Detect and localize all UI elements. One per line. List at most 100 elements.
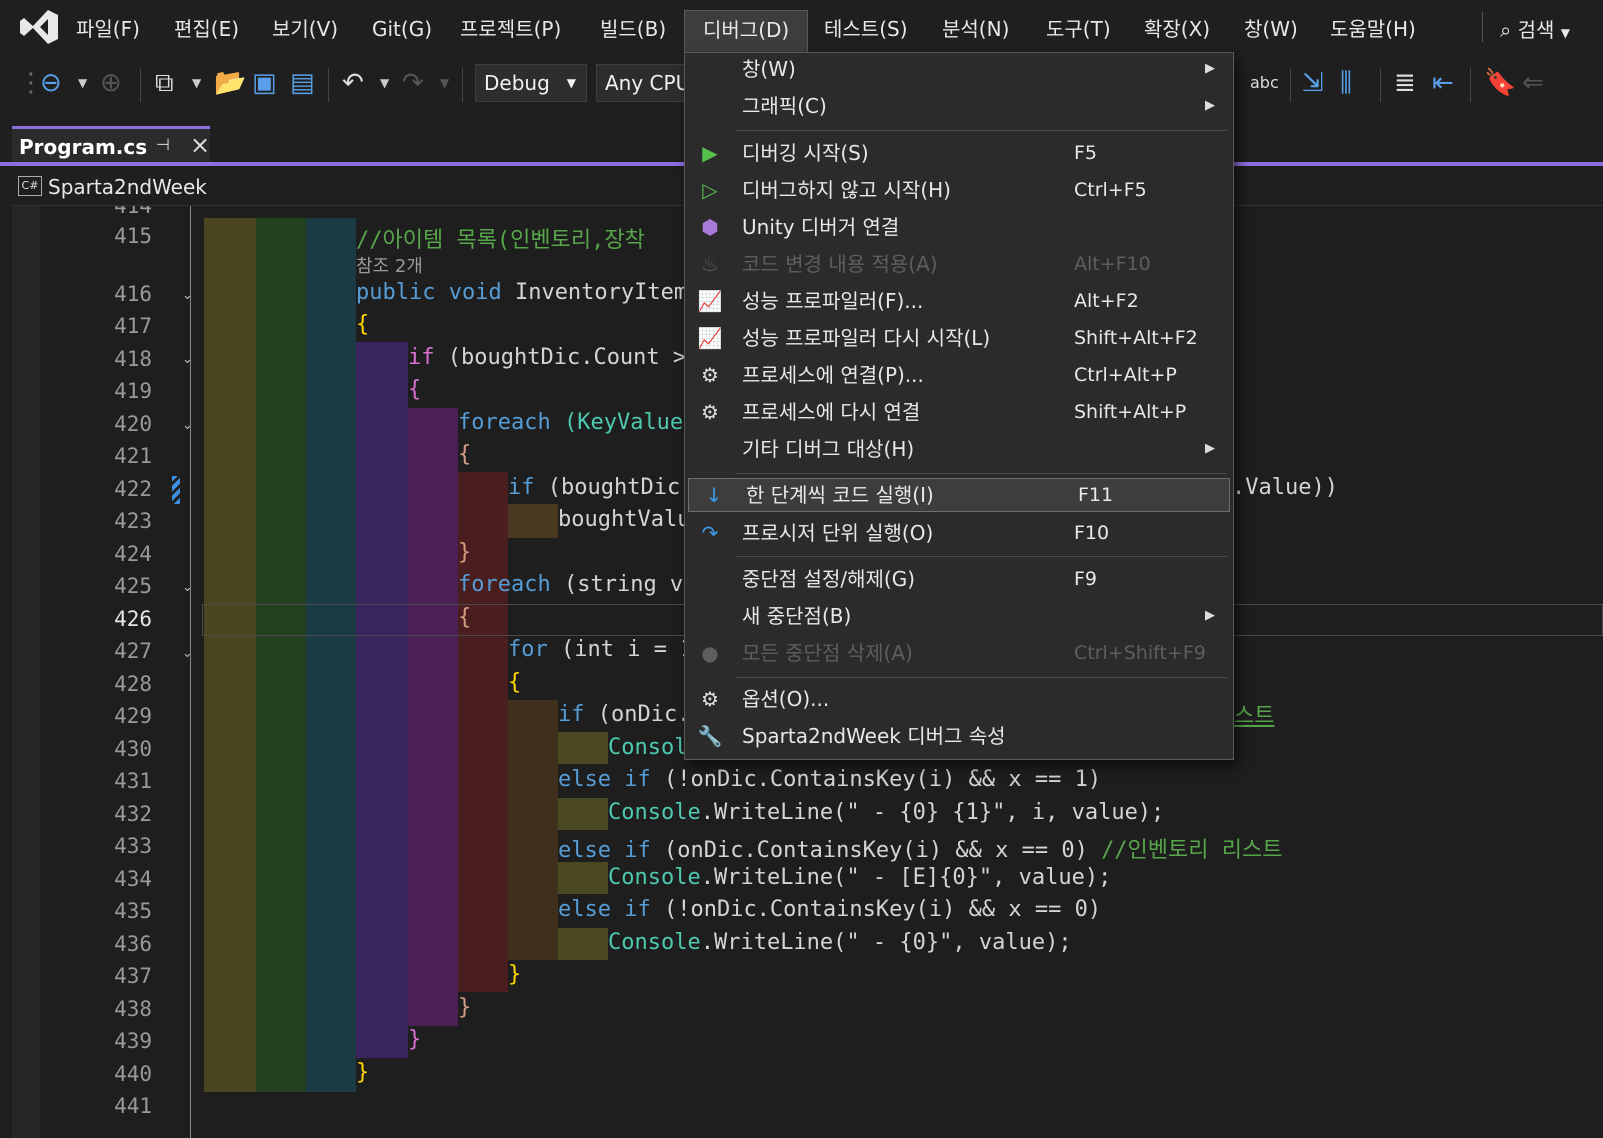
chevron-down-icon[interactable]: ⌄	[182, 352, 193, 367]
step-cursor-icon[interactable]: ⇲	[1302, 68, 1324, 98]
menu-item-debug-properties[interactable]: 🔧 Sparta2ndWeek 디버그 속성	[685, 720, 1233, 754]
menu-project[interactable]: 프로젝트(P)	[454, 14, 567, 44]
line-number: 419	[114, 379, 152, 403]
menu-item-attach-unity[interactable]: ⬢ Unity 디버거 연결	[685, 211, 1233, 245]
submenu-arrow-icon: ▶	[1205, 98, 1215, 113]
code-type: (KeyValueP	[563, 410, 697, 435]
back-dropdown-icon[interactable]: ▼	[78, 68, 87, 98]
navigate-back-icon[interactable]: ⊖	[40, 68, 62, 98]
menu-window[interactable]: 창(W)	[1238, 14, 1304, 44]
redo-dropdown-icon[interactable]: ▼	[440, 68, 449, 98]
menu-item-graphics[interactable]: 그래픽(C) ▶	[685, 90, 1233, 124]
menu-file[interactable]: 파일(F)	[70, 14, 146, 44]
code-line-422-tail: .Value))	[1232, 475, 1338, 500]
menu-item-performance-profiler[interactable]: 📈 성능 프로파일러(F)... Alt+F2	[685, 285, 1233, 319]
new-dropdown-icon[interactable]: ▼	[192, 68, 201, 98]
platform-select[interactable]: Any CPU	[596, 64, 696, 102]
code-line-436: Console.WriteLine(" - {0}", value);	[608, 930, 1072, 955]
code-line-420: foreach (KeyValueP	[458, 410, 696, 435]
profiler-chart-icon: 📈	[697, 326, 723, 350]
indent-guide-band	[306, 218, 356, 1092]
menu-item-other-debug-targets[interactable]: 기타 디버그 대상(H) ▶	[685, 433, 1233, 467]
submenu-arrow-icon: ▶	[1205, 441, 1215, 456]
line-number: 440	[114, 1062, 152, 1086]
menu-item-label: 디버그하지 않고 시작(H)	[742, 178, 951, 202]
line-number: 420	[114, 412, 152, 436]
menu-item-step-over[interactable]: ↷ 프로시저 단위 실행(O) F10	[685, 517, 1233, 551]
prev-bookmark-icon[interactable]: ⇐	[1522, 68, 1544, 98]
code-brace: {	[356, 312, 370, 337]
undo-icon[interactable]: ↶	[342, 68, 364, 98]
columns-icon[interactable]: ⫼	[1340, 68, 1352, 98]
chevron-down-icon[interactable]: ⌄	[182, 418, 193, 433]
codelens-references[interactable]: 참조 2개	[356, 252, 423, 278]
chevron-down-icon[interactable]: ⌄	[182, 646, 193, 661]
undo-dropdown-icon[interactable]: ▼	[380, 68, 389, 98]
menu-analyze[interactable]: 분석(N)	[936, 14, 1015, 44]
line-number: 435	[114, 899, 152, 923]
menu-item-window[interactable]: 창(W) ▶	[685, 53, 1233, 87]
bookmark-icon[interactable]: 🔖	[1484, 68, 1516, 98]
menu-edit[interactable]: 편집(E)	[168, 14, 245, 44]
delete-breakpoints-icon: ●	[701, 641, 719, 665]
menu-item-new-breakpoint[interactable]: 새 중단점(B) ▶	[685, 600, 1233, 634]
line-number: 433	[114, 834, 152, 858]
menu-extensions[interactable]: 확장(X)	[1138, 14, 1216, 44]
solution-config-select[interactable]: Debug ▼	[475, 64, 587, 102]
line-number: 425	[114, 574, 152, 598]
menu-view[interactable]: 보기(V)	[266, 14, 344, 44]
chevron-down-icon[interactable]: ⌄	[182, 580, 193, 595]
save-all-icon[interactable]: ▤	[290, 68, 315, 98]
search-box[interactable]: ⌕ 검색 ▼	[1500, 14, 1570, 43]
menu-bar: 파일(F) 편집(E) 보기(V) Git(G) 프로젝트(P) 빌드(B) 디…	[0, 0, 1603, 56]
code-line-427: for (int i = 1	[508, 637, 693, 662]
menu-help[interactable]: 도움말(H)	[1324, 14, 1422, 44]
line-number: 438	[114, 997, 152, 1021]
menu-debug[interactable]: 디버그(D)	[684, 10, 809, 56]
pin-icon[interactable]: ⊣	[156, 135, 170, 154]
menu-item-label: Sparta2ndWeek 디버그 속성	[742, 724, 1006, 748]
open-folder-icon[interactable]: 📂	[214, 68, 246, 98]
code-keyword: if	[408, 345, 448, 370]
line-number: 436	[114, 932, 152, 956]
menu-item-reattach-to-process[interactable]: ⚙ 프로세스에 다시 연결 Shift+Alt+P	[685, 396, 1233, 430]
close-icon[interactable]: ×	[190, 131, 210, 159]
line-number: 427	[114, 639, 152, 663]
menu-item-toggle-breakpoint[interactable]: 중단점 설정/해제(G) F9	[685, 563, 1233, 597]
menu-item-relaunch-profiler[interactable]: 📈 성능 프로파일러 다시 시작(L) Shift+Alt+F2	[685, 322, 1233, 356]
menu-test[interactable]: 테스트(S)	[818, 14, 914, 44]
code-type: Consol	[608, 735, 688, 760]
menu-git[interactable]: Git(G)	[366, 14, 438, 44]
code-expression: (string va	[563, 572, 697, 597]
menu-tools[interactable]: 도구(T)	[1040, 14, 1117, 44]
tab-program-cs[interactable]: Program.cs ⊣ ×	[12, 126, 210, 162]
chevron-down-icon[interactable]: ⌄	[182, 288, 193, 303]
code-expression: (boughtDic.Count >	[447, 345, 687, 370]
outdent-icon[interactable]: ⇤	[1432, 68, 1454, 98]
menu-item-options[interactable]: ⚙ 옵션(O)...	[685, 683, 1233, 717]
menu-item-label: 기타 디버그 대상(H)	[742, 437, 915, 461]
menu-item-step-into[interactable]: ↓ 한 단계씩 코드 실행(I) F11	[688, 478, 1230, 512]
menu-separator	[735, 473, 1227, 474]
menu-item-start-debugging[interactable]: ▶ 디버깅 시작(S) F5	[685, 137, 1233, 171]
indent-guide-band	[508, 504, 558, 538]
menu-separator	[735, 556, 1227, 557]
menu-item-label: 프로세스에 연결(P)...	[742, 363, 924, 387]
project-dropdown[interactable]: Sparta2ndWeek	[48, 175, 207, 199]
code-expression: .WriteLine(" - {0}", value);	[700, 930, 1072, 955]
new-project-icon[interactable]: ⧉	[155, 68, 174, 98]
visual-studio-logo-icon[interactable]	[20, 10, 58, 44]
menu-item-attach-to-process[interactable]: ⚙ 프로세스에 연결(P)... Ctrl+Alt+P	[685, 359, 1233, 393]
menu-item-label: 중단점 설정/해제(G)	[742, 567, 915, 591]
spell-check-icon[interactable]: abc	[1250, 68, 1279, 98]
save-icon[interactable]: ▣	[252, 68, 277, 98]
navigate-forward-icon[interactable]: ⊕	[100, 68, 122, 98]
line-number: 428	[114, 672, 152, 696]
line-number: 418	[114, 347, 152, 371]
indent-guide-band	[558, 798, 608, 830]
tab-title: Program.cs	[19, 135, 148, 159]
indent-icon[interactable]: ≣	[1394, 68, 1416, 98]
menu-build[interactable]: 빌드(B)	[594, 14, 672, 44]
redo-icon[interactable]: ↷	[402, 68, 424, 98]
menu-item-start-without-debugging[interactable]: ▷ 디버그하지 않고 시작(H) Ctrl+F5	[685, 174, 1233, 208]
